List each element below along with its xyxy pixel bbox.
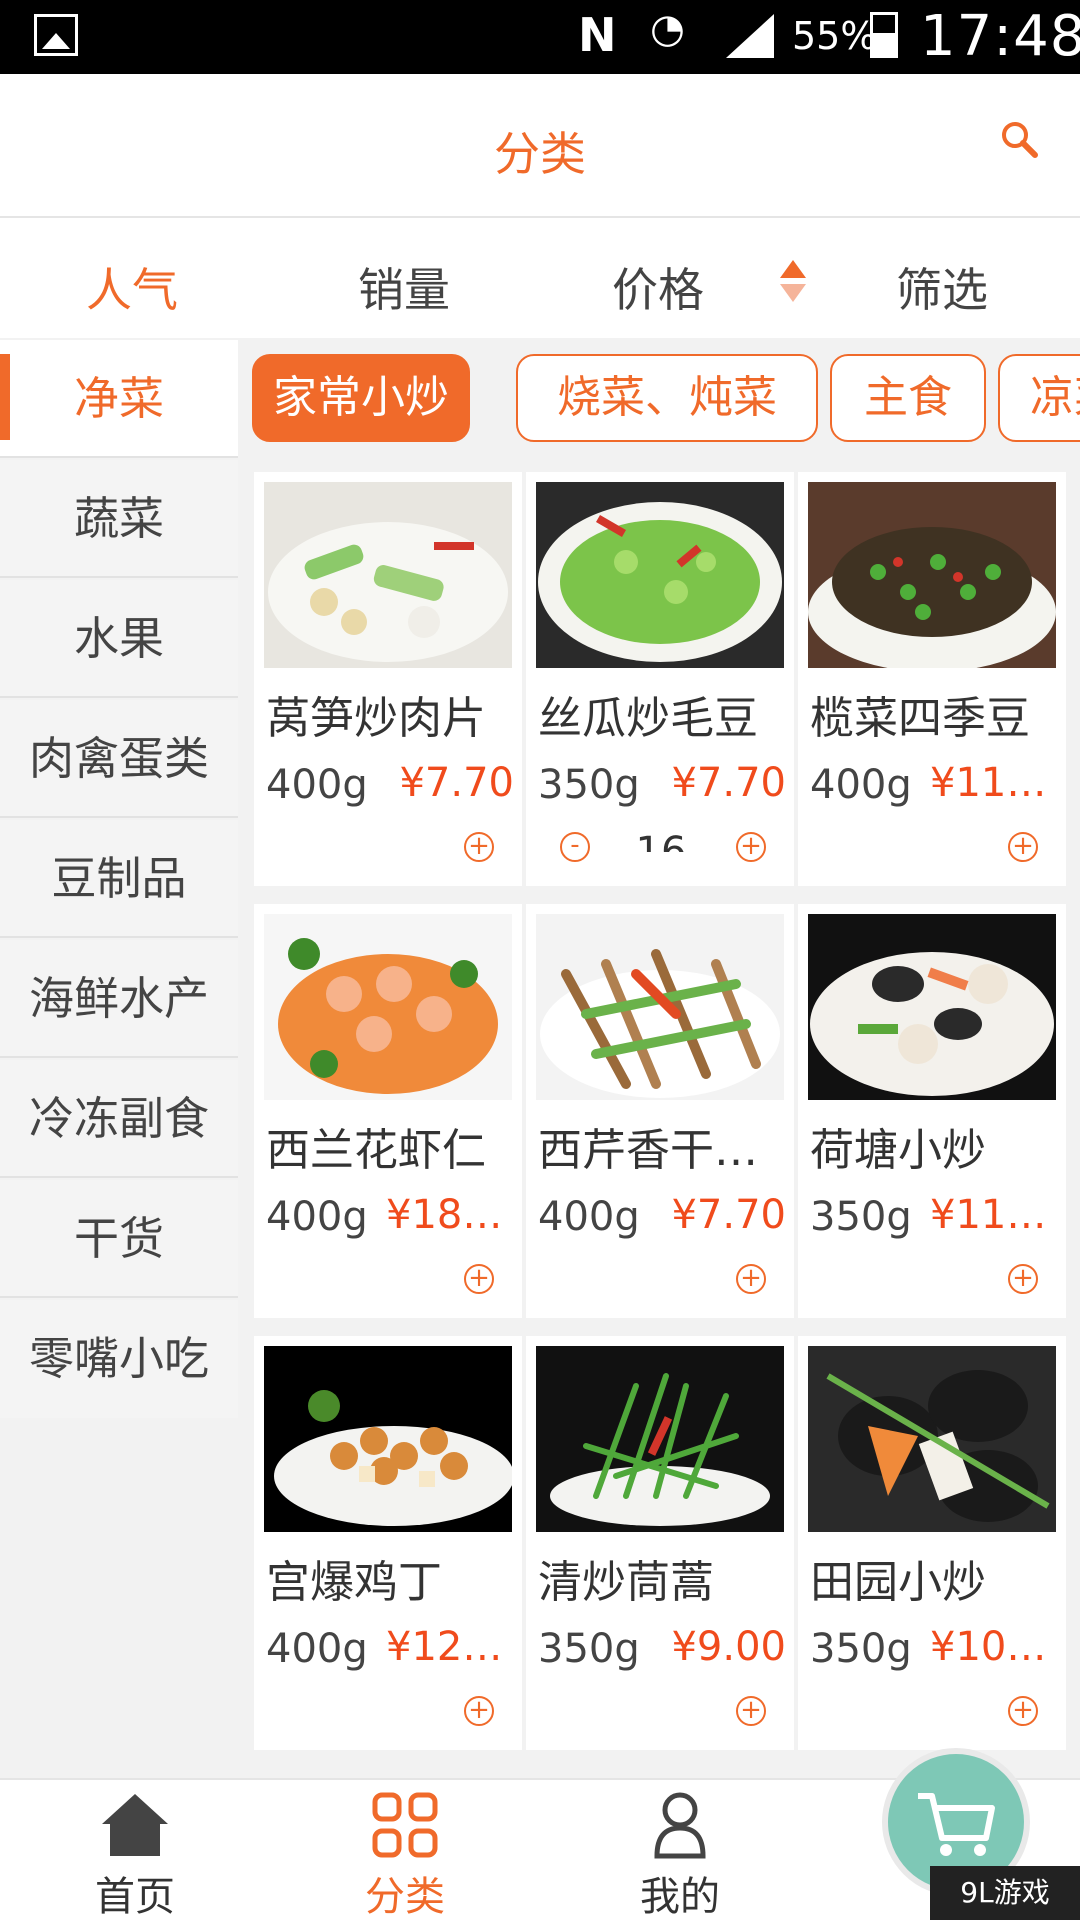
nfc-icon: N	[578, 8, 617, 62]
filter-button[interactable]: 筛选	[896, 254, 988, 320]
gallery-notification-icon	[34, 14, 78, 56]
sidebar-item-fruit[interactable]: 水果	[0, 580, 238, 698]
product-card[interactable]: 西兰花虾仁 400g ¥18.00 +	[254, 904, 522, 1318]
product-price: ¥7.70	[399, 760, 514, 806]
product-image	[264, 914, 512, 1100]
product-card[interactable]: 田园小炒 350g ¥10.00 +	[798, 1336, 1066, 1750]
product-card[interactable]: 莴笋炒肉片 400g ¥7.70 +	[254, 472, 522, 886]
product-image	[536, 914, 784, 1100]
tab-profile-label: 我的	[640, 1874, 720, 1920]
product-name: 宫爆鸡丁	[266, 1557, 442, 1608]
product-name: 莴笋炒肉片	[266, 693, 486, 744]
cart-icon	[918, 1793, 995, 1856]
tab-home[interactable]: 首页	[0, 1780, 270, 1922]
sidebar-item-meat-eggs[interactable]: 肉禽蛋类	[0, 700, 238, 818]
product-image	[808, 482, 1056, 668]
sort-order-icon[interactable]	[778, 258, 808, 304]
product-weight: 400g	[266, 1626, 368, 1672]
add-to-cart-button[interactable]: +	[464, 1696, 494, 1726]
add-to-cart-button[interactable]: +	[1008, 832, 1038, 862]
product-card[interactable]: 荷塘小炒 350g ¥11.00 +	[798, 904, 1066, 1318]
sidebar-item-dry-goods[interactable]: 干货	[0, 1180, 238, 1298]
category-sidebar: 净菜 蔬菜 水果 肉禽蛋类 豆制品 海鲜水产 冷冻副食 干货 零嘴小吃	[0, 340, 238, 1780]
status-bar: N ◔ 55% 17:48	[0, 0, 1080, 74]
add-to-cart-button[interactable]: +	[1008, 1264, 1038, 1294]
add-to-cart-button[interactable]: +	[464, 1264, 494, 1294]
sort-popularity[interactable]: 人气	[86, 254, 178, 320]
decrease-quantity-button[interactable]: -	[560, 832, 590, 862]
product-weight: 350g	[810, 1626, 912, 1672]
sort-bar: 人气 销量 价格 筛选	[0, 218, 1080, 338]
product-image	[536, 482, 784, 668]
add-to-cart-button[interactable]: +	[1008, 1696, 1038, 1726]
user-icon	[654, 1792, 706, 1859]
product-image	[808, 1346, 1056, 1532]
battery-percent: 55%	[792, 14, 877, 58]
sidebar-item-frozen[interactable]: 冷冻副食	[0, 1060, 238, 1178]
chip-braised-stew[interactable]: 烧菜、炖菜	[516, 354, 818, 442]
wifi-icon: ◔	[650, 6, 685, 52]
product-price: ¥11.00	[930, 760, 1058, 806]
product-image	[808, 914, 1056, 1100]
tab-category-label: 分类	[365, 1874, 445, 1920]
product-weight: 350g	[538, 762, 640, 808]
clock: 17:48	[920, 4, 1080, 69]
sidebar-item-snacks[interactable]: 零嘴小吃	[0, 1300, 238, 1418]
category-grid-icon	[372, 1792, 438, 1858]
sort-price[interactable]: 价格	[612, 254, 704, 320]
search-icon[interactable]	[1000, 120, 1038, 158]
product-weight: 400g	[266, 762, 368, 808]
home-icon	[102, 1794, 168, 1856]
product-image	[536, 1346, 784, 1532]
chip-home-stir-fry[interactable]: 家常小炒	[252, 354, 470, 442]
product-name: 荷塘小炒	[810, 1125, 986, 1176]
sidebar-item-clean-vegetables[interactable]: 净菜	[0, 340, 238, 458]
tab-profile[interactable]: 我的	[545, 1780, 815, 1922]
product-weight: 400g	[266, 1194, 368, 1240]
add-to-cart-button[interactable]: +	[736, 1264, 766, 1294]
product-price: ¥18.00	[386, 1192, 514, 1238]
battery-icon	[870, 12, 898, 58]
tab-home-label: 首页	[95, 1874, 175, 1920]
chip-staple-food[interactable]: 主食	[830, 354, 986, 442]
product-image	[264, 482, 512, 668]
sidebar-item-vegetables[interactable]: 蔬菜	[0, 460, 238, 578]
product-weight: 400g	[810, 762, 912, 808]
product-weight: 400g	[538, 1194, 640, 1240]
signal-icon	[726, 14, 774, 58]
page-title: 分类	[494, 127, 586, 181]
product-card[interactable]: 宫爆鸡丁 400g ¥12.00 +	[254, 1336, 522, 1750]
product-name: 西芹香干肉丝	[538, 1125, 788, 1176]
add-to-cart-button[interactable]: +	[464, 832, 494, 862]
sidebar-item-tofu[interactable]: 豆制品	[0, 820, 238, 938]
app-header: 分类	[0, 74, 1080, 218]
product-name: 丝瓜炒毛豆	[538, 693, 758, 744]
product-price: ¥7.70	[671, 1192, 786, 1238]
product-price: ¥7.70	[671, 760, 786, 806]
product-price: ¥10.00	[930, 1624, 1058, 1670]
product-image	[264, 1346, 512, 1532]
tab-category[interactable]: 分类	[270, 1780, 540, 1922]
subcategory-chips: 家常小炒 烧菜、炖菜 主食 凉菜	[238, 340, 1080, 460]
product-name: 西兰花虾仁	[266, 1125, 486, 1176]
product-weight: 350g	[538, 1626, 640, 1672]
product-price: ¥11.00	[930, 1192, 1058, 1238]
watermark-logo: 9L游戏	[930, 1866, 1080, 1920]
sidebar-item-seafood[interactable]: 海鲜水产	[0, 940, 238, 1058]
product-card[interactable]: 丝瓜炒毛豆 350g ¥7.70 - 16 +	[526, 472, 794, 886]
product-price: ¥9.00	[671, 1624, 786, 1670]
product-card[interactable]: 清炒茼蒿 350g ¥9.00 +	[526, 1336, 794, 1750]
quantity-value: 16	[635, 829, 687, 852]
product-weight: 350g	[810, 1194, 912, 1240]
product-name: 榄菜四季豆	[810, 693, 1030, 744]
chip-cold-dishes[interactable]: 凉菜	[998, 354, 1080, 442]
sort-sales[interactable]: 销量	[358, 254, 450, 320]
product-card[interactable]: 榄菜四季豆 400g ¥11.00 +	[798, 472, 1066, 886]
product-price: ¥12.00	[386, 1624, 514, 1670]
add-to-cart-button[interactable]: +	[736, 832, 766, 862]
product-card[interactable]: 西芹香干肉丝 400g ¥7.70 +	[526, 904, 794, 1318]
product-name: 清炒茼蒿	[538, 1557, 714, 1608]
add-to-cart-button[interactable]: +	[736, 1696, 766, 1726]
product-name: 田园小炒	[810, 1557, 986, 1608]
